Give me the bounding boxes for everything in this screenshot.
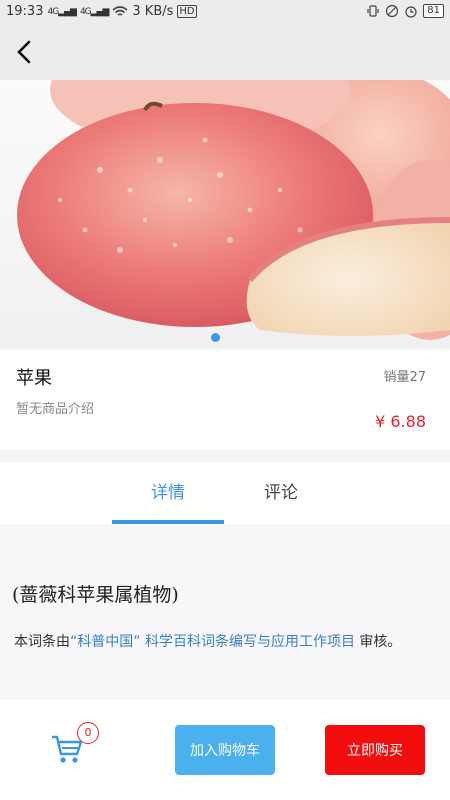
- tab-details[interactable]: 详情: [112, 462, 224, 524]
- detail-paragraph: 本词条由“科普中国” 科学百科词条编写与应用工作项目 审核。: [14, 628, 434, 656]
- product-image: [17, 80, 450, 340]
- detail-tabs: 详情 评论: [0, 462, 450, 524]
- chevron-left-icon: [17, 40, 31, 64]
- buy-now-button[interactable]: 立即购买: [325, 725, 425, 775]
- hd-icon: HD: [177, 5, 197, 18]
- alarm-icon: [405, 6, 417, 18]
- cart-button[interactable]: 0: [50, 722, 99, 772]
- product-price: ¥ 6.88: [375, 412, 426, 431]
- signal-icon: 4G▂▄▆: [47, 6, 76, 17]
- product-image-carousel[interactable]: [0, 80, 450, 348]
- bottom-action-bar: 0 加入购物车 立即购买: [0, 700, 450, 800]
- product-info-panel: 苹果 暂无商品介绍 销量27 ¥ 6.88: [0, 350, 450, 450]
- carousel-indicator-dot[interactable]: [211, 333, 220, 342]
- status-right: 81: [366, 4, 444, 18]
- status-time: 19:33: [6, 4, 44, 19]
- status-bar: 19:33 4G▂▄▆ 4G▂▄▆ 3 KB/s HD 81: [0, 0, 450, 24]
- link-encyclopedia-project[interactable]: 科学百科词条编写与应用工作项目: [145, 634, 355, 650]
- link-science-china[interactable]: “科普中国”: [70, 634, 141, 650]
- top-nav-bar: [0, 24, 450, 80]
- detail-content: (蔷薇科苹果属植物) 本词条由“科普中国” 科学百科词条编写与应用工作项目 审核…: [0, 524, 450, 700]
- vibrate-icon: [367, 5, 379, 17]
- wifi-icon: [112, 5, 128, 16]
- add-to-cart-button[interactable]: 加入购物车: [175, 725, 275, 775]
- status-left: 19:33 4G▂▄▆ 4G▂▄▆ 3 KB/s HD: [6, 4, 197, 19]
- sales-count: 销量27: [383, 370, 426, 385]
- battery-icon: 81: [423, 4, 444, 18]
- detail-heading: (蔷薇科苹果属植物): [12, 584, 179, 606]
- product-description: 暂无商品介绍: [16, 402, 95, 417]
- tab-comments[interactable]: 评论: [225, 462, 337, 524]
- back-button[interactable]: [8, 36, 40, 68]
- network-type-label-2: 4G: [79, 6, 92, 17]
- para-suffix: 审核。: [359, 634, 402, 650]
- signal-icon-2: 4G▂▄▆: [79, 6, 109, 17]
- cart-count-badge: 0: [77, 722, 99, 744]
- product-name: 苹果: [16, 368, 52, 389]
- para-prefix: 本词条由: [14, 634, 70, 650]
- network-type-label: 4G: [47, 6, 59, 17]
- mute-icon: [386, 4, 399, 18]
- network-speed: 3 KB/s: [132, 4, 174, 19]
